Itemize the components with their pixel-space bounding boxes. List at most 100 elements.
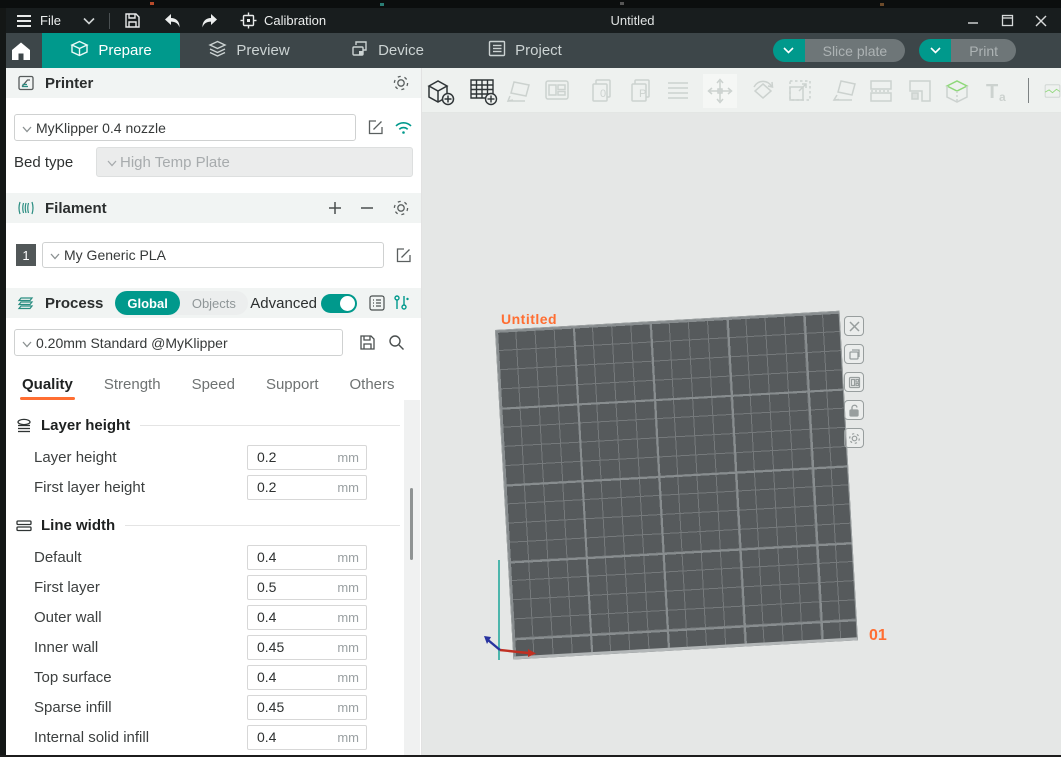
search-icon[interactable] [386, 333, 406, 353]
arrange-icon[interactable] [540, 74, 574, 108]
outer-wall-line-width-field[interactable]: mm [247, 605, 367, 630]
tab-strength[interactable]: Strength [104, 376, 161, 393]
first-layer-height-field[interactable]: mm [247, 475, 367, 500]
first-layer-height-input[interactable] [248, 479, 316, 495]
slice-plate-dropdown[interactable] [773, 39, 805, 62]
scope-global-button[interactable]: Global [115, 291, 179, 315]
setting-label: Outer wall [6, 609, 247, 626]
scrollbar-track[interactable] [404, 400, 420, 757]
tab-device[interactable]: Device [318, 33, 456, 68]
inner-wall-line-width-field[interactable]: mm [247, 635, 367, 660]
process-section-title: Process [45, 295, 103, 312]
sparse-infill-line-width-input[interactable] [248, 699, 316, 715]
plate-settings-gear-icon[interactable] [844, 428, 864, 448]
split-to-parts-icon[interactable]: P [625, 74, 659, 108]
setting-label: Sparse infill [6, 699, 247, 716]
origin-axes [480, 628, 550, 663]
viewport-3d[interactable]: 0 P [422, 68, 1061, 757]
scene-3d[interactable]: Untitled 01 [422, 113, 1061, 757]
plate-name-label[interactable]: Untitled [501, 311, 557, 327]
minimize-button[interactable] [959, 10, 987, 31]
save-preset-icon[interactable] [357, 333, 377, 353]
auto-orient-icon[interactable] [503, 74, 537, 108]
tab-others[interactable]: Others [350, 376, 395, 393]
add-plate-icon[interactable] [466, 74, 500, 108]
internal-solid-infill-line-width-field[interactable]: mm [247, 725, 367, 750]
top-surface-line-width-field[interactable]: mm [247, 665, 367, 690]
custom-gcode-icon[interactable] [1044, 74, 1061, 108]
add-model-icon[interactable] [423, 74, 457, 108]
remove-filament-icon[interactable] [357, 198, 377, 218]
tab-project-label: Project [515, 42, 562, 59]
first-layer-line-width-input[interactable] [248, 579, 316, 595]
tab-prepare[interactable]: Prepare [42, 33, 180, 68]
bed-type-select[interactable]: High Temp Plate [96, 147, 413, 177]
build-plate[interactable] [495, 311, 858, 660]
rotate-tool-icon[interactable] [746, 74, 780, 108]
slice-plate-button[interactable]: Slice plate [805, 39, 906, 62]
lay-on-face-icon[interactable] [828, 74, 862, 108]
text-tool-icon[interactable]: Ta [980, 74, 1014, 108]
internal-solid-infill-line-width-input[interactable] [248, 729, 316, 745]
scrollbar-thumb[interactable] [410, 488, 413, 560]
move-tool-icon[interactable] [703, 74, 737, 108]
parameter-list-icon[interactable] [367, 293, 387, 313]
inner-wall-line-width-input[interactable] [248, 639, 316, 655]
default-line-width-field[interactable]: mm [247, 545, 367, 570]
default-line-width-input[interactable] [248, 549, 316, 565]
titlebar: File Calibration Untitled [0, 8, 1061, 33]
setting-row: Outer wall mm [6, 602, 422, 632]
maximize-button[interactable] [993, 10, 1021, 31]
add-filament-icon[interactable] [325, 198, 345, 218]
parameter-tune-icon[interactable] [391, 293, 411, 313]
file-menu-button[interactable]: File [14, 8, 61, 33]
file-menu-dropdown[interactable] [83, 8, 95, 33]
printer-edit-icon[interactable] [365, 118, 385, 138]
layers-painting-icon[interactable] [661, 74, 695, 108]
first-layer-line-width-field[interactable]: mm [247, 575, 367, 600]
setting-label: Layer height [6, 449, 247, 466]
print-dropdown[interactable] [919, 39, 951, 62]
scale-tool-icon[interactable] [783, 74, 817, 108]
plate-delete-icon[interactable] [844, 316, 864, 336]
mesh-boolean-icon[interactable] [903, 74, 937, 108]
tab-project[interactable]: Project [456, 33, 594, 68]
layer-height-field[interactable]: mm [247, 445, 367, 470]
top-surface-line-width-input[interactable] [248, 669, 316, 685]
printer-settings-gear-icon[interactable] [391, 73, 411, 93]
scope-objects-button[interactable]: Objects [180, 291, 248, 315]
home-button[interactable] [0, 33, 42, 68]
layer-height-input[interactable] [248, 449, 316, 465]
tab-preview[interactable]: Preview [180, 33, 318, 68]
undo-button[interactable] [163, 8, 182, 33]
process-preset-select[interactable]: 0.20mm Standard @MyKlipper [14, 329, 343, 356]
printer-preset-select[interactable]: MyKlipper 0.4 nozzle [14, 114, 356, 141]
tab-support[interactable]: Support [266, 376, 319, 393]
tab-speed[interactable]: Speed [192, 376, 235, 393]
app-window: File Calibration Untitled [0, 0, 1061, 757]
window-title: Untitled [585, 8, 680, 33]
advanced-toggle[interactable] [321, 294, 357, 313]
redo-button[interactable] [200, 8, 219, 33]
close-button[interactable] [1027, 10, 1055, 31]
split-to-objects-icon[interactable]: 0 [586, 74, 620, 108]
filament-settings-gear-icon[interactable] [391, 198, 411, 218]
print-button[interactable]: Print [951, 39, 1016, 62]
cut-tool-icon[interactable] [864, 74, 898, 108]
group-layer-height: Layer height [6, 414, 422, 436]
tab-quality[interactable]: Quality [22, 376, 73, 393]
sparse-infill-line-width-field[interactable]: mm [247, 695, 367, 720]
filament-preset-select[interactable]: My Generic PLA [42, 242, 384, 268]
plate-arrange-icon[interactable] [844, 344, 864, 364]
save-button[interactable] [124, 8, 141, 33]
calibration-button[interactable]: Calibration [239, 8, 326, 33]
hamburger-menu-icon [14, 11, 34, 31]
plate-lock-icon[interactable] [844, 400, 864, 420]
calibration-icon [239, 11, 259, 31]
unit-label: mm [316, 640, 366, 655]
outer-wall-line-width-input[interactable] [248, 609, 316, 625]
variable-layer-height-icon[interactable] [941, 74, 975, 108]
printer-wifi-icon[interactable] [393, 118, 413, 138]
plate-layout-icon[interactable] [844, 372, 864, 392]
filament-edit-icon[interactable] [393, 245, 413, 265]
